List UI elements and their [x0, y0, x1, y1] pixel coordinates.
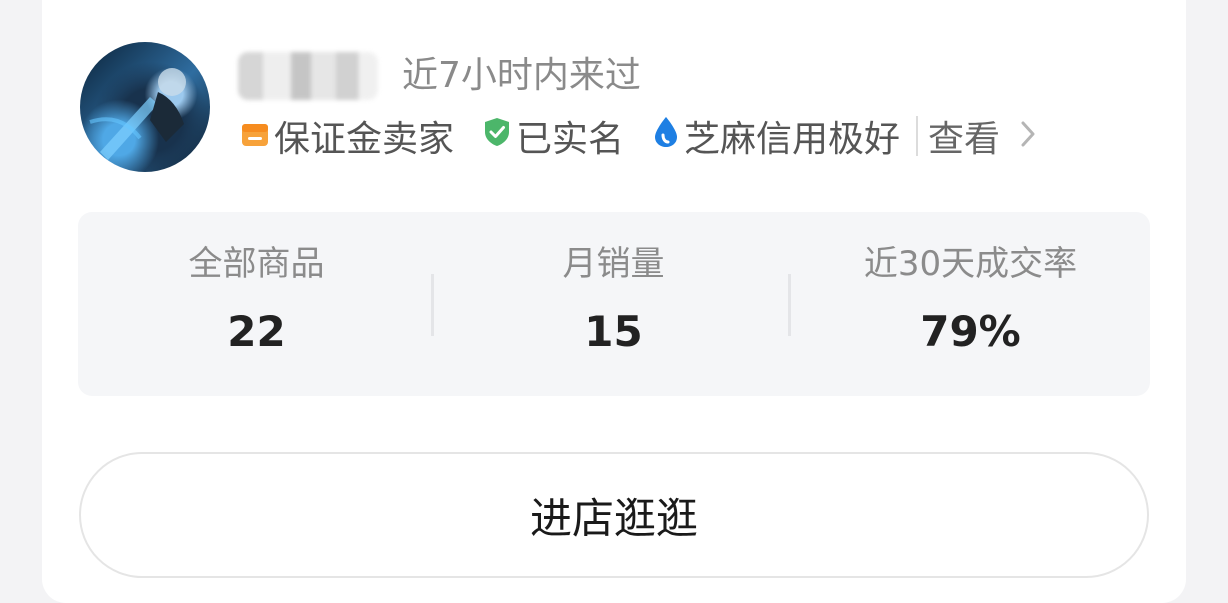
view-label[interactable]: 查看 — [928, 110, 1000, 162]
stat-value: 22 — [227, 307, 286, 356]
visit-shop-button[interactable]: 进店逛逛 — [79, 452, 1149, 578]
stat-all-products[interactable]: 全部商品 22 — [78, 212, 435, 396]
stat-deal-rate-30d: 近30天成交率 79% — [792, 212, 1149, 396]
last-visit-text: 近7小时内来过 — [402, 55, 641, 96]
verified-shield-icon — [482, 116, 512, 157]
chevron-right-icon — [1020, 116, 1036, 157]
view-credit-link[interactable]: 查看 — [928, 110, 1036, 162]
divider — [916, 116, 919, 156]
stat-divider — [788, 274, 791, 336]
deposit-seller-icon — [240, 116, 270, 157]
stat-value: 15 — [584, 307, 643, 356]
seller-stats-panel: 全部商品 22 月销量 15 近30天成交率 79% — [78, 212, 1150, 396]
seller-avatar[interactable] — [80, 42, 210, 172]
badge-deposit-seller: 保证金卖家 — [240, 110, 454, 162]
seller-nickname-blurred — [238, 52, 378, 100]
badge-verified: 已实名 — [482, 110, 624, 162]
stat-value: 79% — [920, 307, 1021, 356]
stat-label: 近30天成交率 — [863, 244, 1078, 284]
sesame-credit-icon — [652, 115, 680, 158]
stat-divider — [431, 274, 434, 336]
stat-monthly-sales: 月销量 15 — [435, 212, 792, 396]
seller-badges: 保证金卖家 已实名 芝麻信用极好 查看 — [240, 112, 1036, 160]
badge-sesame-credit: 芝麻信用极好 — [652, 110, 900, 162]
badge-label: 芝麻信用极好 — [684, 119, 901, 160]
stat-label: 月销量 — [562, 244, 665, 284]
badge-label: 保证金卖家 — [274, 119, 455, 160]
stat-label: 全部商品 — [188, 244, 325, 284]
badge-label: 已实名 — [516, 119, 625, 160]
